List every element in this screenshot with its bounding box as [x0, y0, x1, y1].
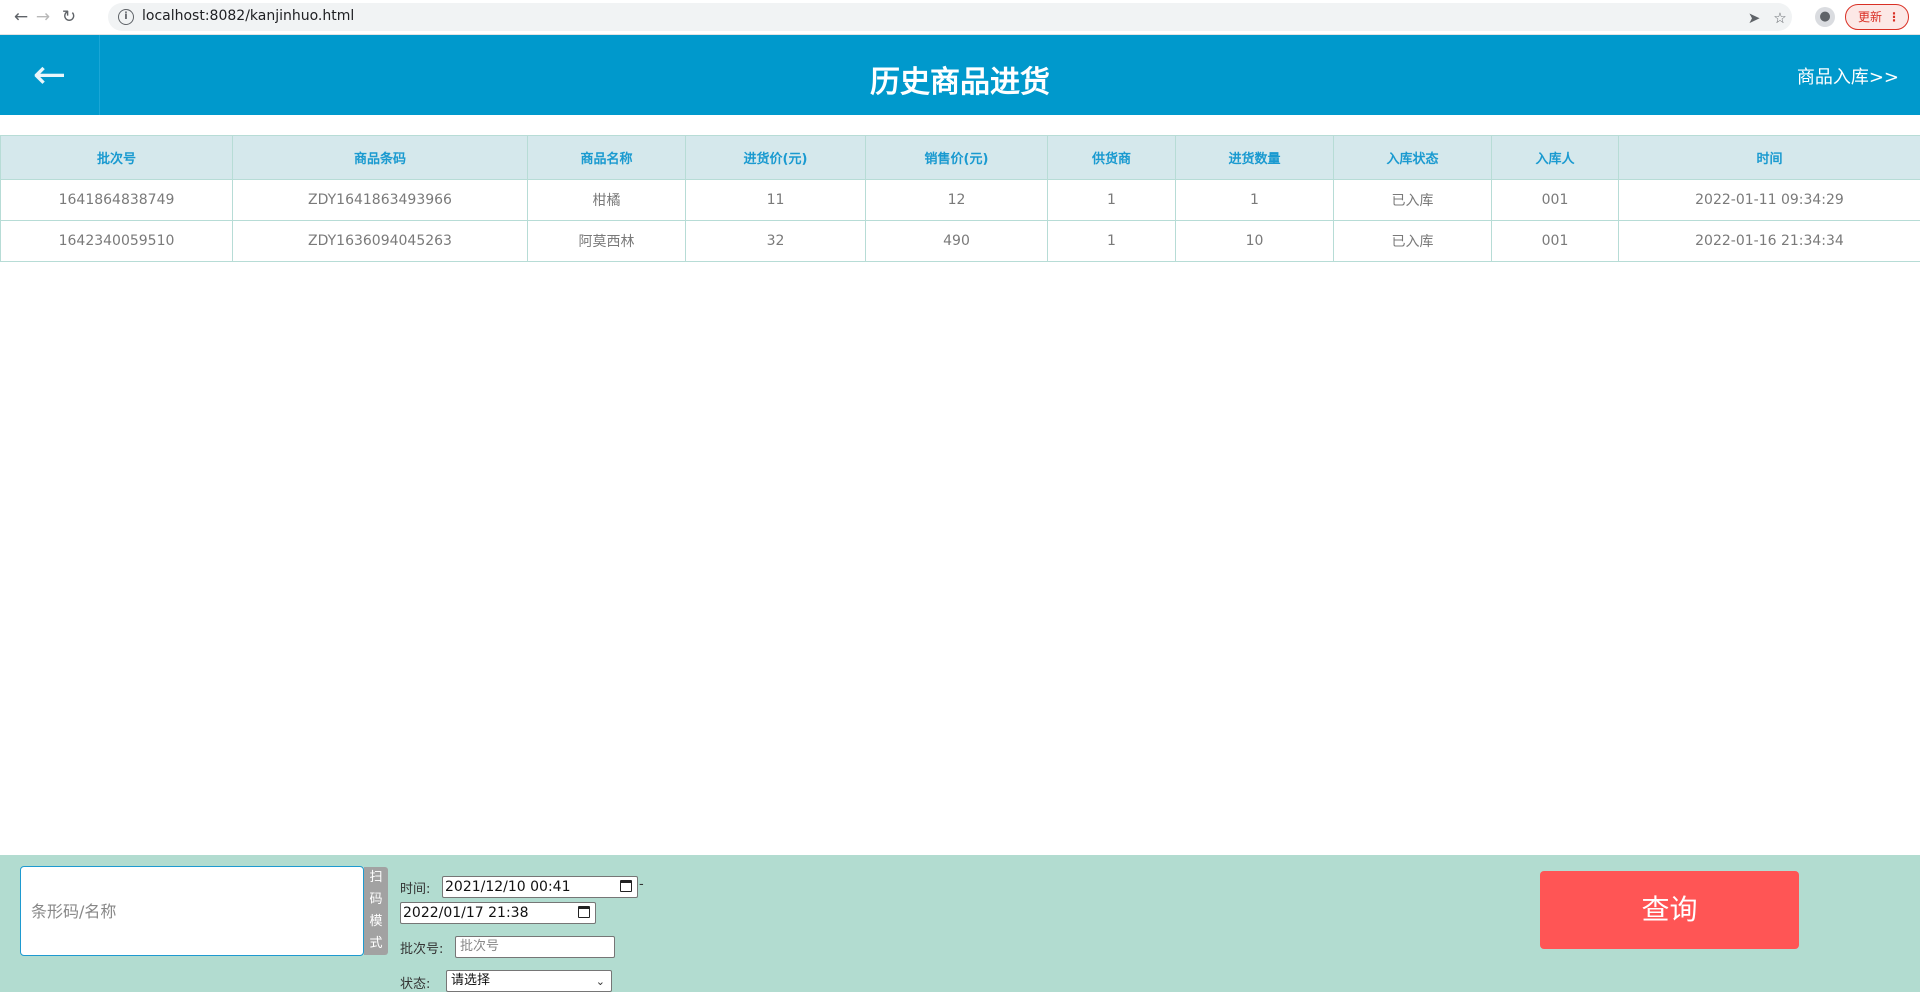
cell-operator: 001 — [1491, 220, 1619, 262]
status-select-value: 请选择 — [451, 973, 491, 988]
scan-label-char: 扫 — [369, 870, 383, 885]
end-time-value: 2022/01/17 21:38 — [403, 905, 529, 921]
barcode-name-input[interactable] — [31, 897, 361, 925]
table-row[interactable]: 1641864838749 ZDY1641863493966 柑橘 11 12 … — [0, 179, 1920, 221]
cell-product-name: 阿莫西林 — [527, 220, 686, 262]
page-title: 历史商品进货 — [870, 65, 1050, 100]
cell-status: 已入库 — [1333, 220, 1492, 262]
cell-batch-no: 1641864838749 — [0, 179, 233, 221]
status-select[interactable]: 请选择 ⌄ — [446, 970, 612, 992]
menu-icon: ⋮ — [1888, 10, 1900, 24]
batch-no-input[interactable]: 批次号 — [455, 936, 615, 958]
time-separator: - — [639, 877, 644, 892]
status-label: 状态: — [400, 977, 431, 992]
time-label: 时间: — [400, 882, 431, 897]
scan-label-char: 码 — [369, 892, 383, 907]
calendar-icon[interactable] — [620, 880, 632, 892]
query-panel: 扫 码 模 式 时间: 2021/12/10 00:41 - 2022/01/1… — [0, 855, 1920, 992]
cell-time: 2022-01-16 21:34:34 — [1618, 220, 1920, 262]
col-status: 入库状态 — [1333, 135, 1492, 180]
forward-icon[interactable]: → — [31, 5, 55, 29]
start-time-value: 2021/12/10 00:41 — [445, 879, 571, 895]
col-purchase-price: 进货价(元) — [685, 135, 866, 180]
cell-purchase-price: 32 — [685, 220, 866, 262]
cell-batch-no: 1642340059510 — [0, 220, 233, 262]
calendar-icon[interactable] — [578, 906, 590, 918]
address-bar[interactable]: i localhost:8082/kanjinhuo.html ➤ ☆ — [108, 3, 1792, 31]
cell-product-name: 柑橘 — [527, 179, 686, 221]
cell-supplier: 1 — [1047, 220, 1176, 262]
cell-purchase-price: 11 — [685, 179, 866, 221]
col-batch-no: 批次号 — [0, 135, 233, 180]
table-header-row: 批次号 商品条码 商品名称 进货价(元) 销售价(元) 供货商 进货数量 入库状… — [0, 135, 1920, 180]
cell-quantity: 1 — [1175, 179, 1334, 221]
back-arrow-icon[interactable]: ← — [0, 35, 100, 115]
browser-toolbar: ← → ↻ i localhost:8082/kanjinhuo.html ➤ … — [0, 0, 1920, 35]
profile-avatar-icon[interactable]: ● — [1815, 7, 1835, 27]
site-info-icon[interactable]: i — [118, 9, 134, 25]
scan-mode-button[interactable]: 扫 码 模 式 — [364, 867, 388, 955]
chevron-down-icon: ⌄ — [595, 975, 605, 988]
star-icon[interactable]: ☆ — [1771, 9, 1789, 27]
col-operator: 入库人 — [1491, 135, 1619, 180]
col-product-name: 商品名称 — [527, 135, 686, 180]
batch-no-placeholder: 批次号 — [460, 939, 500, 954]
end-time-input[interactable]: 2022/01/17 21:38 — [400, 902, 596, 924]
purchase-history-table: 批次号 商品条码 商品名称 进货价(元) 销售价(元) 供货商 进货数量 入库状… — [0, 135, 1920, 262]
cell-sale-price: 490 — [865, 220, 1048, 262]
update-button[interactable]: 更新 ⋮ — [1845, 4, 1909, 30]
col-quantity: 进货数量 — [1175, 135, 1334, 180]
cell-barcode: ZDY1636094045263 — [232, 220, 528, 262]
cell-supplier: 1 — [1047, 179, 1176, 221]
table-row[interactable]: 1642340059510 ZDY1636094045263 阿莫西林 32 4… — [0, 220, 1920, 262]
query-button[interactable]: 查询 — [1540, 871, 1799, 949]
cell-operator: 001 — [1491, 179, 1619, 221]
cell-quantity: 10 — [1175, 220, 1334, 262]
url-text[interactable]: localhost:8082/kanjinhuo.html — [142, 8, 354, 24]
batch-label: 批次号: — [400, 942, 444, 957]
cell-time: 2022-01-11 09:34:29 — [1618, 179, 1920, 221]
scan-label-char: 模 — [369, 914, 383, 929]
scan-label-char: 式 — [369, 936, 383, 951]
back-icon[interactable]: ← — [9, 5, 33, 29]
cell-barcode: ZDY1641863493966 — [232, 179, 528, 221]
cell-sale-price: 12 — [865, 179, 1048, 221]
col-barcode: 商品条码 — [232, 135, 528, 180]
col-supplier: 供货商 — [1047, 135, 1176, 180]
reload-icon[interactable]: ↻ — [57, 5, 81, 29]
send-icon[interactable]: ➤ — [1745, 9, 1763, 27]
search-box[interactable] — [20, 866, 364, 956]
update-label: 更新 — [1858, 10, 1883, 24]
col-time: 时间 — [1618, 135, 1920, 180]
cell-status: 已入库 — [1333, 179, 1492, 221]
stock-in-link[interactable]: 商品入库>> — [1797, 63, 1899, 89]
app-header: ← 历史商品进货 商品入库>> — [0, 35, 1920, 115]
col-sale-price: 销售价(元) — [865, 135, 1048, 180]
start-time-input[interactable]: 2021/12/10 00:41 — [442, 876, 638, 898]
